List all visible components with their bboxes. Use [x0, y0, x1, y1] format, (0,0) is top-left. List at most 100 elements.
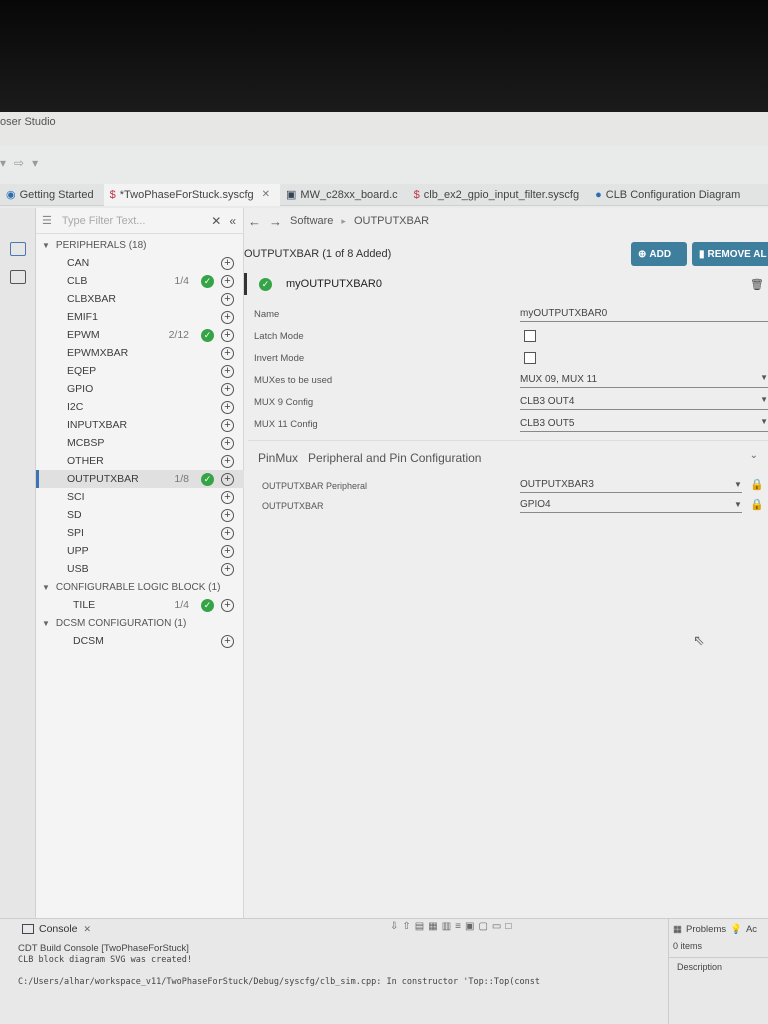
latch-mode-checkbox[interactable] — [524, 330, 536, 342]
close-icon[interactable]: ✕ — [84, 924, 92, 935]
lock-icon[interactable]: 🔒 — [750, 478, 764, 491]
tree-item[interactable]: CLB 1/4 ✓ + — [36, 272, 244, 290]
add-instance-icon[interactable]: + — [221, 328, 234, 342]
breadcrumb-root[interactable]: Software — [290, 215, 333, 227]
dropdown-arrow-icon[interactable]: ▾ — [32, 156, 38, 170]
remove-all-button[interactable]: ▮ REMOVE AL — [692, 242, 768, 266]
expand-triangle-icon[interactable]: ▼ — [42, 583, 50, 592]
add-instance-icon[interactable]: + — [221, 418, 234, 432]
tree-item[interactable]: CAN + — [36, 254, 244, 272]
tree-item[interactable]: UPP + — [36, 542, 244, 560]
instance-header[interactable]: ✓ myOUTPUTXBAR0 🗑 — [244, 272, 768, 296]
tree-item[interactable]: EPWMXBAR + — [36, 344, 244, 362]
tree-item[interactable]: MCBSP + — [36, 434, 244, 452]
filter-input[interactable]: Type Filter Text... — [62, 215, 211, 227]
tab-mw-board[interactable]: ▣ MW_c28xx_board.c — [280, 184, 408, 206]
add-instance-icon[interactable]: + — [221, 274, 234, 288]
tree-item[interactable]: INPUTXBAR + — [36, 416, 244, 434]
add-instance-icon[interactable]: + — [221, 400, 234, 414]
add-instance-icon[interactable]: + — [221, 454, 234, 468]
tree-item[interactable]: EQEP + — [36, 362, 244, 380]
lock-icon[interactable]: 🔒 — [750, 498, 764, 511]
tree-item[interactable]: CLBXBAR + — [36, 290, 244, 308]
expand-triangle-icon[interactable]: ▼ — [42, 241, 50, 250]
clear-filter-icon[interactable]: ✕ — [211, 214, 221, 228]
back-arrow-icon[interactable]: ← — [248, 214, 261, 229]
add-instance-icon[interactable]: + — [221, 310, 234, 324]
chevron-down-icon[interactable]: ▼ — [760, 417, 768, 426]
add-button[interactable]: ⊕ ADD — [631, 242, 687, 266]
forward-arrow-icon[interactable]: → — [269, 214, 282, 229]
expand-triangle-icon[interactable]: ▼ — [42, 619, 50, 628]
maximize-icon[interactable]: □ — [505, 921, 511, 932]
chevron-down-icon[interactable]: ▼ — [760, 395, 768, 404]
hardware-view-icon[interactable] — [10, 242, 26, 256]
add-instance-icon[interactable]: + — [221, 256, 234, 270]
add-instance-icon[interactable]: + — [221, 598, 234, 612]
tree-item[interactable]: OUTPUTXBAR 1/8 ✓ + — [36, 470, 244, 488]
tree-item[interactable]: EPWM 2/12 ✓ + — [36, 326, 244, 344]
tree-item[interactable]: SD + — [36, 506, 244, 524]
tab-clb-ex2[interactable]: $ clb_ex2_gpio_input_filter.syscfg — [408, 184, 589, 206]
chevron-down-icon[interactable]: ▼ — [734, 480, 742, 489]
add-instance-icon[interactable]: + — [221, 346, 234, 360]
word-wrap-icon[interactable]: ≡ — [455, 921, 461, 932]
dropdown-arrow-icon[interactable]: ▾ — [0, 156, 6, 170]
chevron-down-icon[interactable]: ▼ — [760, 373, 768, 382]
collapse-sidebar-icon[interactable]: « — [229, 214, 236, 228]
tab-problems[interactable]: Problems — [686, 924, 726, 935]
pinmux-header[interactable]: PinMux Peripheral and Pin Configuration — [258, 451, 481, 465]
add-instance-icon[interactable]: + — [221, 436, 234, 450]
column-header-description[interactable]: Description — [669, 957, 768, 972]
chevron-down-icon[interactable]: ▼ — [734, 500, 742, 509]
add-instance-icon[interactable]: + — [221, 562, 234, 576]
tab-advice[interactable]: Ac — [746, 924, 757, 935]
tree-item[interactable]: USB + — [36, 560, 244, 578]
forward-arrow-icon[interactable]: ⇨ — [14, 156, 24, 170]
pin-icon[interactable]: ▥ — [442, 921, 451, 932]
tree-category[interactable]: ▼ CONFIGURABLE LOGIC BLOCK (1) — [36, 578, 244, 596]
invert-mode-checkbox[interactable] — [524, 352, 536, 364]
close-icon[interactable]: ✕ — [262, 189, 270, 200]
add-instance-icon[interactable]: + — [221, 472, 234, 486]
add-instance-icon[interactable]: + — [221, 634, 234, 648]
minimize-icon[interactable]: ▭ — [492, 921, 501, 932]
muxes-select[interactable]: MUX 09, MUX 11 — [520, 372, 768, 388]
tree-item[interactable]: EMIF1 + — [36, 308, 244, 326]
mux9-select[interactable]: CLB3 OUT4 — [520, 394, 768, 410]
tree-item[interactable]: DCSM + — [36, 632, 244, 650]
tree-category[interactable]: ▼ DCSM CONFIGURATION (1) — [36, 614, 244, 632]
pin-select[interactable]: GPIO4 — [520, 497, 742, 513]
display-console-icon[interactable]: ▣ — [465, 921, 474, 932]
add-instance-icon[interactable]: + — [221, 364, 234, 378]
add-instance-icon[interactable]: + — [221, 544, 234, 558]
tab-getting-started[interactable]: ◉ Getting Started — [0, 184, 104, 206]
add-instance-icon[interactable]: + — [221, 382, 234, 396]
tree-item[interactable]: TILE 1/4 ✓ + — [36, 596, 244, 614]
name-field[interactable]: myOUTPUTXBAR0 — [520, 306, 768, 322]
problems-panel: ▦ Problems 💡 Ac 0 items Description — [668, 919, 768, 1024]
tree-category[interactable]: ▼ PERIPHERALS (18) — [36, 236, 244, 254]
add-instance-icon[interactable]: + — [221, 490, 234, 504]
chevron-down-icon[interactable]: ⌄ — [750, 450, 758, 461]
code-view-icon[interactable] — [10, 270, 26, 284]
mux11-select[interactable]: CLB3 OUT5 — [520, 416, 768, 432]
up-icon[interactable]: ⇧ — [402, 921, 410, 932]
tree-item[interactable]: OTHER + — [36, 452, 244, 470]
tree-item[interactable]: GPIO + — [36, 380, 244, 398]
tree-item[interactable]: SCI + — [36, 488, 244, 506]
scroll-lock-icon[interactable]: ⇩ — [390, 921, 398, 932]
clear-console-icon[interactable]: ▦ — [428, 921, 437, 932]
tab-clb-diagram[interactable]: ● CLB Configuration Diagram — [589, 184, 750, 206]
add-instance-icon[interactable]: + — [221, 526, 234, 540]
add-instance-icon[interactable]: + — [221, 292, 234, 306]
tree-item[interactable]: I2C + — [36, 398, 244, 416]
tab-twophaseforstuck[interactable]: $ *TwoPhaseForStuck.syscfg ✕ — [103, 183, 281, 206]
tab-console[interactable]: Console — [39, 923, 78, 935]
peripheral-select[interactable]: OUTPUTXBAR3 — [520, 477, 742, 493]
add-instance-icon[interactable]: + — [221, 508, 234, 522]
delete-instance-icon[interactable]: 🗑 — [750, 278, 764, 291]
new-console-icon[interactable]: ▢ — [478, 921, 487, 932]
tree-item[interactable]: SPI + — [36, 524, 244, 542]
copy-icon[interactable]: ▤ — [415, 921, 424, 932]
